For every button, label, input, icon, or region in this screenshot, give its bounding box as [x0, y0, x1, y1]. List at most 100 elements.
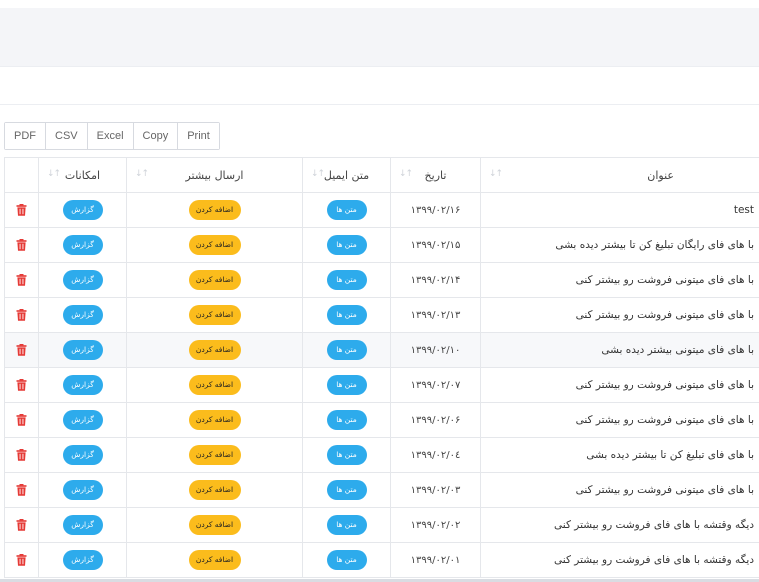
report-button[interactable]: گزارش [62, 445, 103, 466]
email-texts-button[interactable]: متن ها [326, 235, 367, 256]
date-cell: ۱۳۹۹/۰۲/۱۶ [390, 192, 481, 228]
date-cell: ۱۳۹۹/۰۲/۱۵ [390, 227, 481, 263]
copy-button[interactable]: Copy [132, 123, 178, 149]
sort-icon: ↓↑ [311, 169, 325, 179]
add-button[interactable]: اضافه کردن [188, 235, 241, 256]
send-more-cell: اضافه کردن [126, 542, 303, 578]
email-texts-button[interactable]: متن ها [326, 200, 367, 221]
table-row: گزارش اضافه کردن متن ها ۱۳۹۹/۰۲/۰۳ با های فا… [4, 472, 759, 508]
trash-icon[interactable] [16, 236, 27, 255]
sort-icon: ↓↑ [399, 169, 413, 179]
delete-cell [4, 507, 39, 543]
title-cell: با های فای رایگان تبلیغ کن تا بیشتر دیده… [480, 227, 759, 263]
top-stripe [0, 0, 759, 8]
add-button[interactable]: اضافه کردن [188, 480, 241, 501]
print-button[interactable]: Print [177, 123, 219, 149]
email-texts-button[interactable]: متن ها [326, 515, 367, 536]
add-button[interactable]: اضافه کردن [188, 375, 241, 396]
date-cell: ۱۳۹۹/۰۲/۰٤ [390, 437, 481, 473]
email-text-cell: متن ها [302, 332, 391, 368]
options-cell: گزارش [38, 472, 127, 508]
email-texts-button[interactable]: متن ها [326, 445, 367, 466]
sort-icon: ↓↑ [489, 169, 503, 179]
email-texts-button[interactable]: متن ها [326, 305, 367, 326]
trash-icon[interactable] [16, 341, 27, 360]
add-button[interactable]: اضافه کردن [188, 270, 241, 291]
options-cell: گزارش [38, 297, 127, 333]
report-button[interactable]: گزارش [62, 200, 103, 221]
trash-icon[interactable] [16, 551, 27, 570]
delete-cell [4, 192, 39, 228]
add-button[interactable]: اضافه کردن [188, 410, 241, 431]
send-more-cell: اضافه کردن [126, 437, 303, 473]
add-button[interactable]: اضافه کردن [188, 340, 241, 361]
title-cell: با های فای میتونی فروشت رو بیشتر کنی [480, 472, 759, 508]
header-options[interactable]: ↓↑ امکانات [38, 157, 127, 193]
section-divider [0, 104, 759, 105]
email-texts-button[interactable]: متن ها [326, 410, 367, 431]
date-cell: ۱۳۹۹/۰۲/۰۷ [390, 367, 481, 403]
email-text-cell: متن ها [302, 367, 391, 403]
send-more-cell: اضافه کردن [126, 367, 303, 403]
trash-icon[interactable] [16, 446, 27, 465]
email-texts-button[interactable]: متن ها [326, 550, 367, 571]
export-csv-button[interactable]: CSV [45, 123, 87, 149]
report-button[interactable]: گزارش [62, 410, 103, 431]
newsletters-table: ↓↑ امکانات ↓↑ ارسال بیشتر ↓↑ متن ایمیل ↓… [4, 157, 759, 578]
options-cell: گزارش [38, 542, 127, 578]
delete-cell [4, 262, 39, 298]
trash-icon[interactable] [16, 271, 27, 290]
delete-cell [4, 332, 39, 368]
trash-icon[interactable] [16, 201, 27, 220]
title-cell: دیگه وقتشه با های فای فروشت رو بیشتر کنی [480, 507, 759, 543]
trash-icon[interactable] [16, 411, 27, 430]
top-header-band [0, 0, 759, 67]
send-more-cell: اضافه کردن [126, 262, 303, 298]
trash-icon[interactable] [16, 481, 27, 500]
email-text-cell: متن ها [302, 507, 391, 543]
date-cell: ۱۳۹۹/۰۲/۱۳ [390, 297, 481, 333]
trash-icon[interactable] [16, 516, 27, 535]
sort-icon: ↓↑ [135, 169, 149, 179]
add-button[interactable]: اضافه کردن [188, 200, 241, 221]
report-button[interactable]: گزارش [62, 305, 103, 326]
send-more-cell: اضافه کردن [126, 472, 303, 508]
email-texts-button[interactable]: متن ها [326, 375, 367, 396]
add-button[interactable]: اضافه کردن [188, 515, 241, 536]
export-pdf-button[interactable]: PDF [5, 123, 45, 149]
header-email-text[interactable]: ↓↑ متن ایمیل [302, 157, 391, 193]
email-texts-button[interactable]: متن ها [326, 480, 367, 501]
report-button[interactable]: گزارش [62, 235, 103, 256]
header-date[interactable]: ↓↑ تاریخ [390, 157, 481, 193]
header-send-more[interactable]: ↓↑ ارسال بیشتر [126, 157, 303, 193]
email-texts-button[interactable]: متن ها [326, 270, 367, 291]
email-texts-button[interactable]: متن ها [326, 340, 367, 361]
options-cell: گزارش [38, 192, 127, 228]
report-button[interactable]: گزارش [62, 375, 103, 396]
send-more-cell: اضافه کردن [126, 402, 303, 438]
delete-cell [4, 367, 39, 403]
add-button[interactable]: اضافه کردن [188, 445, 241, 466]
add-button[interactable]: اضافه کردن [188, 550, 241, 571]
delete-cell [4, 402, 39, 438]
data-table-wrapper: ↓↑ امکانات ↓↑ ارسال بیشتر ↓↑ متن ایمیل ↓… [4, 157, 759, 578]
header-send-more-label: ارسال بیشتر [185, 168, 244, 182]
report-button[interactable]: گزارش [62, 480, 103, 501]
report-button[interactable]: گزارش [62, 515, 103, 536]
title-cell: با های فای میتونی بیشتر دیده بشی [480, 332, 759, 368]
trash-icon[interactable] [16, 306, 27, 325]
table-row: گزارش اضافه کردن متن ها ۱۳۹۹/۰۲/۰۱ دیگه وقتش… [4, 542, 759, 578]
export-excel-button[interactable]: Excel [86, 123, 133, 149]
options-cell: گزارش [38, 262, 127, 298]
send-more-cell: اضافه کردن [126, 192, 303, 228]
date-cell: ۱۳۹۹/۰۲/۰۳ [390, 472, 481, 508]
title-cell: با های فای میتونی فروشت رو بیشتر کنی [480, 262, 759, 298]
report-button[interactable]: گزارش [62, 550, 103, 571]
header-title[interactable]: ↓↑ عنوان [480, 157, 759, 193]
delete-cell [4, 437, 39, 473]
trash-icon[interactable] [16, 376, 27, 395]
add-button[interactable]: اضافه کردن [188, 305, 241, 326]
send-more-cell: اضافه کردن [126, 297, 303, 333]
report-button[interactable]: گزارش [62, 270, 103, 291]
report-button[interactable]: گزارش [62, 340, 103, 361]
